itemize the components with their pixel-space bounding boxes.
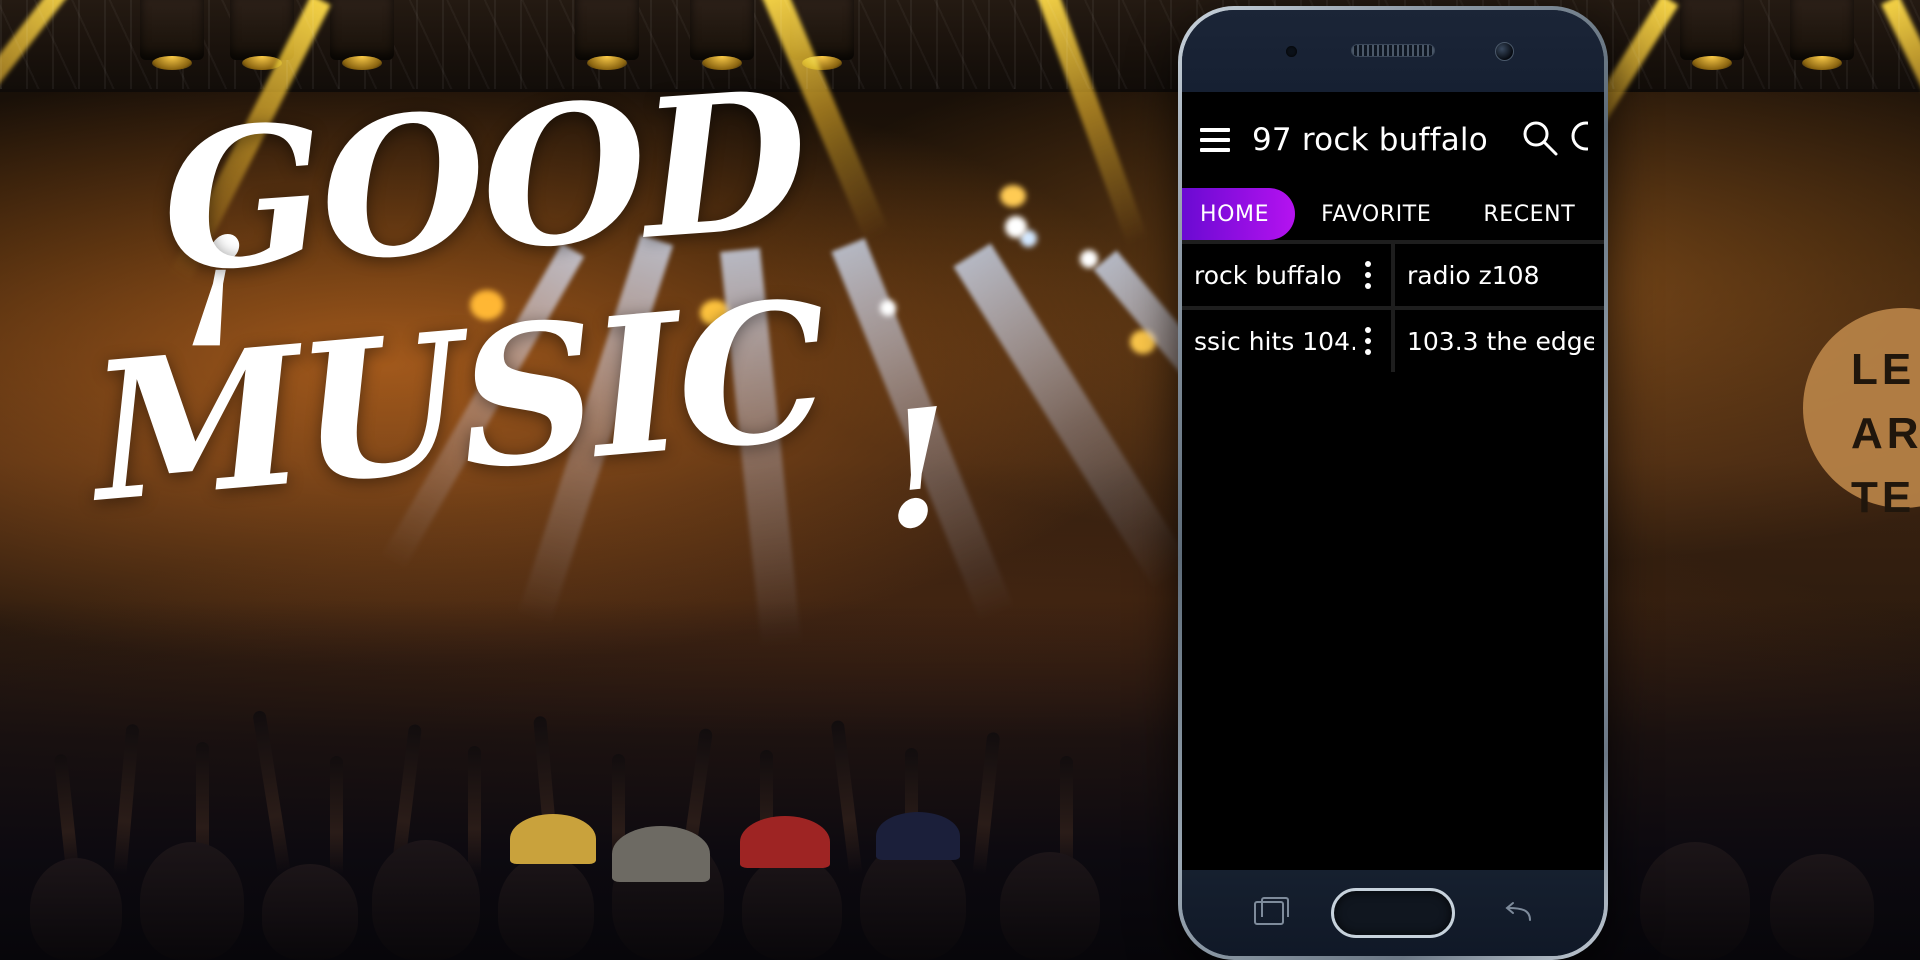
station-card-bar: radio z108 [1395, 244, 1604, 306]
stage-light-rig [330, 0, 394, 70]
tab-recent-label: RECENT [1483, 201, 1576, 227]
sign-line-3: TE [1851, 473, 1916, 522]
back-button-icon[interactable] [1502, 901, 1532, 925]
phone-bottom-bezel [1182, 870, 1604, 956]
crowd-head [742, 856, 842, 960]
station-card-bar: rock buffalo [1182, 244, 1391, 306]
raised-hand [830, 719, 863, 875]
station-grid: rock buffalo radio z108 ssic hits 104 10… [1182, 240, 1604, 372]
phone-mockup: 97 rock buffalo HOME FAVORITE RECENT roc… [1178, 6, 1608, 960]
kebab-menu-icon[interactable] [1355, 261, 1381, 289]
stage-light-rig [1680, 0, 1744, 70]
lens-flare [1080, 250, 1098, 268]
stage-light-rig [1790, 0, 1854, 70]
recents-button-icon[interactable] [1254, 897, 1289, 925]
raised-hand [252, 709, 291, 875]
crowd-head [372, 840, 480, 960]
station-card[interactable]: ssic hits 104… [1182, 310, 1391, 372]
proximity-sensor-icon [1286, 46, 1297, 57]
tab-bar: HOME FAVORITE RECENT [1182, 188, 1604, 240]
lens-flare [1000, 185, 1026, 207]
station-name: rock buffalo [1194, 260, 1342, 290]
stage-light-rig [140, 0, 204, 70]
station-card-bar: ssic hits 104… [1182, 310, 1391, 372]
crowd-head [30, 858, 122, 960]
app-title: 97 rock buffalo [1252, 122, 1488, 158]
lens-flare [470, 290, 504, 320]
tab-home[interactable]: HOME [1182, 188, 1296, 240]
station-card-bar: 103.3 the edge [1395, 310, 1604, 372]
earpiece-speaker-icon [1351, 44, 1435, 57]
station-card[interactable]: radio z108 [1395, 244, 1604, 306]
lens-flare [1020, 230, 1037, 247]
crowd-cap [876, 812, 960, 860]
raised-hand [972, 731, 1001, 875]
station-card[interactable]: rock buffalo [1182, 244, 1391, 306]
front-camera-icon [1495, 42, 1514, 61]
hamburger-menu-icon[interactable] [1200, 128, 1230, 152]
app-screen: 97 rock buffalo HOME FAVORITE RECENT roc… [1182, 92, 1604, 870]
stage-light-rig [575, 0, 639, 70]
phone-screen-assembly: 97 rock buffalo HOME FAVORITE RECENT roc… [1182, 10, 1604, 956]
raised-hand [53, 753, 80, 875]
station-card[interactable]: 103.3 the edge [1395, 310, 1604, 372]
venue-wall-sign: LE ARD TE [1785, 290, 1920, 525]
crowd-head [498, 856, 594, 960]
crowd-head [262, 864, 358, 960]
crowd [0, 600, 1920, 960]
raised-hand [468, 746, 481, 874]
tab-recent[interactable]: RECENT [1457, 188, 1601, 240]
app-bar: 97 rock buffalo [1182, 92, 1604, 188]
sign-line-2: ARD [1851, 409, 1920, 458]
station-name: radio z108 [1407, 260, 1540, 290]
station-name: ssic hits 104… [1194, 326, 1355, 356]
stage-light-rig [690, 0, 754, 70]
phone-body: 97 rock buffalo HOME FAVORITE RECENT roc… [1178, 6, 1608, 960]
station-name: 103.3 the edge [1407, 326, 1594, 356]
phone-top-bezel [1182, 10, 1604, 92]
crowd-cap [510, 814, 596, 864]
concert-background: LE ARD TE [0, 0, 1920, 960]
home-button[interactable] [1331, 888, 1455, 938]
circle-icon[interactable] [1568, 116, 1588, 165]
raised-hand [330, 756, 343, 874]
lens-flare [1130, 330, 1156, 354]
search-icon[interactable] [1518, 116, 1562, 165]
lens-flare [880, 300, 896, 316]
raised-hand [113, 723, 140, 875]
tab-home-label: HOME [1200, 201, 1270, 227]
kebab-menu-icon[interactable] [1355, 327, 1381, 355]
crowd-head [1770, 854, 1874, 960]
sign-line-1: LE [1851, 345, 1916, 394]
crowd-head [1640, 842, 1750, 960]
tab-favorite-label: FAVORITE [1321, 201, 1432, 227]
crowd-cap [612, 826, 710, 882]
lens-flare [700, 300, 730, 326]
crowd-head [1000, 852, 1100, 960]
crowd-cap [740, 816, 830, 868]
crowd-head [140, 842, 244, 960]
tab-favorite[interactable]: FAVORITE [1295, 188, 1457, 240]
